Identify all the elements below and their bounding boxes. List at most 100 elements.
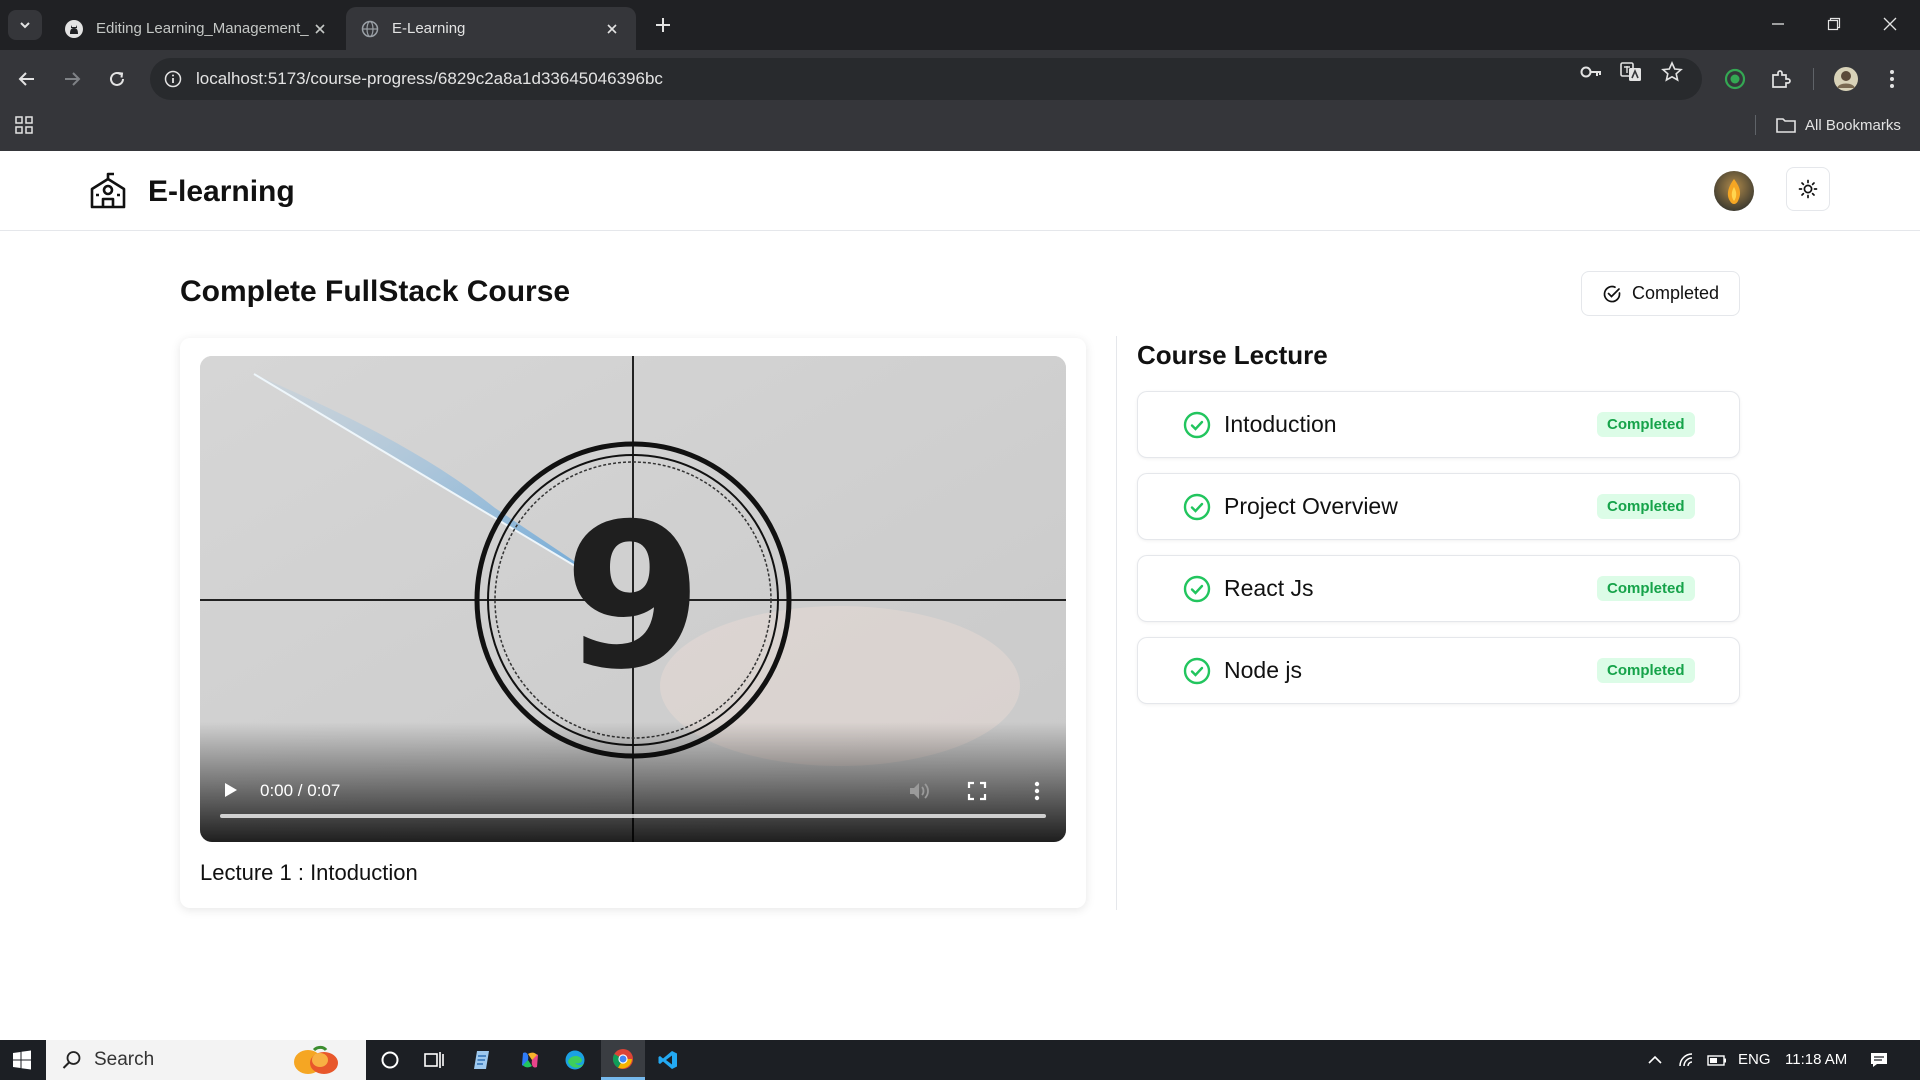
current-lecture-caption: Lecture 1 : Intoduction xyxy=(200,860,418,885)
start-button[interactable] xyxy=(0,1040,44,1080)
plus-icon xyxy=(656,18,670,32)
wifi-icon[interactable] xyxy=(1677,1050,1697,1070)
sun-icon xyxy=(1798,179,1818,199)
menu-kebab-icon[interactable] xyxy=(1876,63,1908,95)
star-icon[interactable] xyxy=(1659,59,1685,85)
copilot-icon xyxy=(522,1052,538,1068)
bookmarks-bar xyxy=(0,108,1920,151)
volume-icon[interactable] xyxy=(908,780,930,802)
lecture-title: React Js xyxy=(1224,575,1314,601)
app-header: E-learning xyxy=(0,151,1920,231)
column-divider xyxy=(1116,336,1117,910)
lecture-item[interactable]: Node js Completed xyxy=(1137,637,1740,704)
tab-elearning[interactable]: E-Learning xyxy=(346,7,636,50)
video-time: 0:00 / 0:07 xyxy=(260,781,341,800)
close-icon xyxy=(1883,17,1897,31)
reload-icon xyxy=(110,71,124,86)
video-card: 9 0:00 / 0:07 Lecture 1 : Intoduction xyxy=(180,338,1086,908)
arrow-left-icon xyxy=(18,72,34,86)
video-progress-bar[interactable] xyxy=(220,814,1046,818)
user-avatar[interactable] xyxy=(1714,171,1754,211)
fullscreen-icon[interactable] xyxy=(966,780,988,802)
password-key-icon[interactable] xyxy=(1578,59,1604,85)
system-clock[interactable]: 11:18 AM xyxy=(1785,1051,1847,1068)
taskbar-app-chrome[interactable] xyxy=(601,1040,645,1080)
close-icon[interactable] xyxy=(602,19,622,39)
windows-logo-icon xyxy=(13,1050,31,1070)
brand-name[interactable]: E-learning xyxy=(148,175,295,209)
reload-button[interactable] xyxy=(101,63,133,95)
taskbar-app-vscode[interactable] xyxy=(646,1040,690,1080)
language-indicator[interactable]: ENG xyxy=(1738,1051,1771,1068)
extensions-puzzle-icon[interactable] xyxy=(1765,63,1797,95)
notification-icon[interactable] xyxy=(1869,1050,1889,1070)
status-badge: Completed xyxy=(1597,412,1695,437)
folder-icon xyxy=(1776,118,1796,133)
close-icon[interactable] xyxy=(310,19,330,39)
lecture-title: Intoduction xyxy=(1224,411,1337,437)
check-circle-icon xyxy=(1183,657,1211,685)
new-tab-button[interactable] xyxy=(650,12,676,38)
mango-icon xyxy=(294,1045,338,1074)
browser-tab-bar: Editing Learning_Management_ E-Learning xyxy=(0,0,1920,50)
lecture-item[interactable]: React Js Completed xyxy=(1137,555,1740,622)
extension-green-icon[interactable] xyxy=(1719,63,1751,95)
chevron-down-icon xyxy=(20,22,30,29)
bookmarks-divider xyxy=(1755,115,1756,135)
taskbar-app-edge[interactable] xyxy=(553,1040,597,1080)
apps-grid-icon[interactable] xyxy=(13,114,35,136)
countdown-digit: 9 xyxy=(563,481,703,714)
chrome-icon xyxy=(612,1048,633,1069)
url-text: localhost:5173/course-progress/6829c2a8a… xyxy=(196,69,663,88)
profile-avatar-icon[interactable] xyxy=(1830,63,1862,95)
toolbar-divider xyxy=(1813,68,1814,90)
lecture-item[interactable]: Project Overview Completed xyxy=(1137,473,1740,540)
tab-github[interactable]: Editing Learning_Management_ xyxy=(50,7,344,50)
status-badge: Completed xyxy=(1597,576,1695,601)
windows-taskbar: Search ENG 11:18 AM xyxy=(0,1040,1920,1080)
lecture-title: Project Overview xyxy=(1224,493,1398,519)
lecture-title: Node js xyxy=(1224,657,1302,683)
theme-toggle-button[interactable] xyxy=(1786,167,1830,211)
search-icon xyxy=(62,1051,81,1069)
school-icon[interactable] xyxy=(88,171,128,211)
close-window-button[interactable] xyxy=(1862,0,1918,48)
taskbar-app-notepad[interactable] xyxy=(461,1040,505,1080)
play-icon[interactable] xyxy=(220,780,240,800)
chevron-up-icon[interactable] xyxy=(1645,1050,1665,1070)
more-options-icon[interactable] xyxy=(1026,780,1048,802)
lecture-list: Intoduction Completed Project Overview C… xyxy=(1137,391,1740,719)
task-view-icon xyxy=(424,1052,444,1068)
battery-icon[interactable] xyxy=(1707,1050,1727,1070)
restore-button[interactable] xyxy=(1806,0,1862,48)
all-bookmarks-button[interactable]: All Bookmarks xyxy=(1776,114,1901,136)
address-bar[interactable]: localhost:5173/course-progress/6829c2a8a… xyxy=(150,58,1702,100)
completed-button-label: Completed xyxy=(1631,283,1720,303)
forward-button[interactable] xyxy=(56,63,88,95)
tab-search-button[interactable] xyxy=(8,10,42,40)
tab-title: Editing Learning_Management_ xyxy=(96,20,309,37)
course-title: Complete FullStack Course xyxy=(180,275,571,308)
github-icon xyxy=(64,19,84,39)
translate-icon[interactable] xyxy=(1618,59,1644,85)
back-button[interactable] xyxy=(11,63,43,95)
vscode-icon xyxy=(658,1051,677,1069)
arrow-right-icon xyxy=(65,72,81,86)
taskbar-search[interactable]: Search xyxy=(46,1040,366,1080)
video-player[interactable]: 9 0:00 / 0:07 xyxy=(200,356,1066,842)
completed-status-button[interactable]: Completed xyxy=(1581,271,1740,316)
minimize-icon xyxy=(1772,23,1784,25)
taskbar-app-copilot[interactable] xyxy=(508,1040,552,1080)
check-circle-icon xyxy=(1183,411,1211,439)
site-info-icon[interactable] xyxy=(150,58,196,100)
minimize-button[interactable] xyxy=(1750,0,1806,48)
cortana-button[interactable] xyxy=(368,1040,412,1080)
restore-icon xyxy=(1827,17,1841,31)
tab-title: E-Learning xyxy=(392,20,466,37)
all-bookmarks-label: All Bookmarks xyxy=(1805,116,1901,134)
browser-toolbar: localhost:5173/course-progress/6829c2a8a… xyxy=(0,50,1920,108)
task-view-button[interactable] xyxy=(412,1040,456,1080)
check-circle-icon xyxy=(1603,285,1621,302)
cortana-circle-icon xyxy=(381,1051,399,1069)
lecture-item[interactable]: Intoduction Completed xyxy=(1137,391,1740,458)
